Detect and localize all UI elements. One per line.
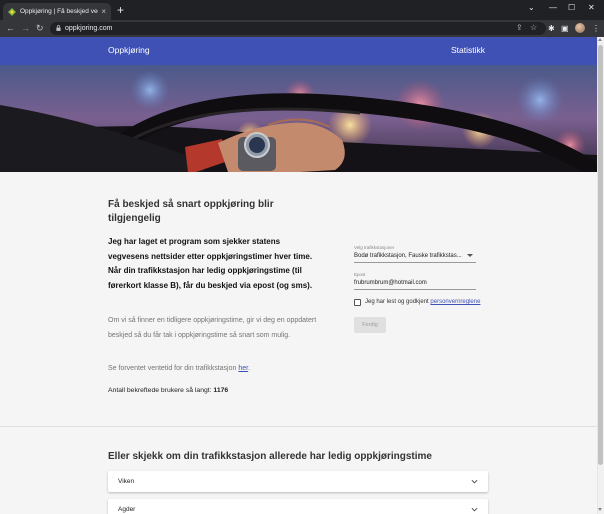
- user-count-label: Antall bekreftede brukere så langt:: [108, 387, 214, 394]
- terms-checkbox[interactable]: [354, 299, 361, 306]
- privacy-link[interactable]: personvernreglene: [430, 299, 480, 305]
- tab-close-icon[interactable]: ×: [101, 7, 106, 16]
- intro-paragraph: Om vi så finner en tidligere oppkjørings…: [108, 317, 317, 339]
- chevron-down-icon: [471, 479, 478, 484]
- close-window-icon[interactable]: ✕: [588, 3, 595, 13]
- address-bar[interactable]: oppkjoring.com ⇪ ☆: [50, 22, 546, 35]
- tab-title: Oppkjøring | Få beskjed ved ledig: [20, 8, 98, 15]
- new-tab-icon[interactable]: +: [117, 3, 124, 17]
- share-icon[interactable]: ⇪: [516, 23, 523, 33]
- user-count-value: 1176: [213, 387, 229, 394]
- bookmark-star-icon[interactable]: ☆: [530, 23, 537, 33]
- maximize-icon[interactable]: ☐: [568, 3, 575, 13]
- back-icon[interactable]: ←: [6, 23, 15, 34]
- wait-time-link[interactable]: her: [238, 365, 248, 372]
- station-select-label: Velg trafikkstasjoner: [354, 245, 395, 250]
- scroll-down-icon[interactable]: [598, 508, 602, 511]
- region-label: Viken: [118, 478, 135, 485]
- page-headline: Få beskjed så snart oppkjøring blir tilg…: [108, 199, 274, 224]
- wait-time-text: Se forventet ventetid for din trafikksta…: [108, 364, 250, 374]
- url-text: oppkjoring.com: [65, 25, 113, 32]
- tab-search-icon[interactable]: ⌄: [528, 3, 535, 13]
- station-select[interactable]: Bodø trafikkstasjon, Fauske trafikkstas.…: [354, 252, 476, 263]
- profile-avatar[interactable]: [575, 23, 585, 33]
- region-accordion-viken[interactable]: Viken: [108, 471, 488, 492]
- driving-photo: [0, 65, 597, 172]
- section-divider: [0, 426, 597, 427]
- stats-link[interactable]: Statistikk: [451, 45, 485, 55]
- chevron-down-icon: [471, 507, 478, 512]
- terms-prefix: Jeg har lest og godkjent: [365, 299, 431, 305]
- email-label: Epost: [354, 272, 366, 277]
- email-field[interactable]: frubrumbrum@hotmail.com: [354, 279, 476, 290]
- reload-icon[interactable]: ↻: [36, 23, 44, 34]
- terms-label: Jeg har lest og godkjent personvernregle…: [365, 298, 480, 307]
- browser-toolbar: ← → ↻ oppkjoring.com ⇪ ☆ ✱ ▣ ⋮: [0, 20, 604, 37]
- scrollbar-thumb[interactable]: [598, 45, 603, 465]
- brand-link[interactable]: Oppkjøring: [108, 45, 150, 55]
- wait-time-prefix: Se forventet ventetid for din trafikksta…: [108, 365, 239, 372]
- select-caret-icon[interactable]: [467, 254, 473, 257]
- submit-button[interactable]: Ferdig: [354, 317, 386, 333]
- extensions-icon[interactable]: ✱: [548, 23, 555, 34]
- site-favicon-icon: [8, 7, 16, 16]
- region-accordion-agder[interactable]: Agder: [108, 499, 488, 514]
- wait-time-suffix: .: [248, 365, 251, 372]
- app-header: Oppkjøring Statistikk: [0, 37, 597, 65]
- browser-menu-icon[interactable]: ⋮: [592, 23, 600, 34]
- minimize-icon[interactable]: —: [549, 3, 557, 13]
- lock-icon: [56, 25, 61, 31]
- browser-tabbar: Oppkjøring | Få beskjed ved ledig × + ⌄ …: [0, 0, 604, 20]
- regions-title: Eller skjekk om din trafikkstasjon aller…: [108, 451, 432, 462]
- intro-lead: Jeg har laget et program som sjekker sta…: [108, 237, 313, 290]
- side-panel-icon[interactable]: ▣: [561, 23, 569, 34]
- scroll-up-icon[interactable]: [598, 38, 602, 41]
- browser-tab[interactable]: Oppkjøring | Få beskjed ved ledig ×: [3, 3, 111, 20]
- region-label: Agder: [118, 506, 136, 513]
- user-count: Antall bekreftede brukere så langt: 1176: [108, 386, 228, 395]
- hero-image: [0, 65, 597, 172]
- forward-icon[interactable]: →: [21, 23, 30, 34]
